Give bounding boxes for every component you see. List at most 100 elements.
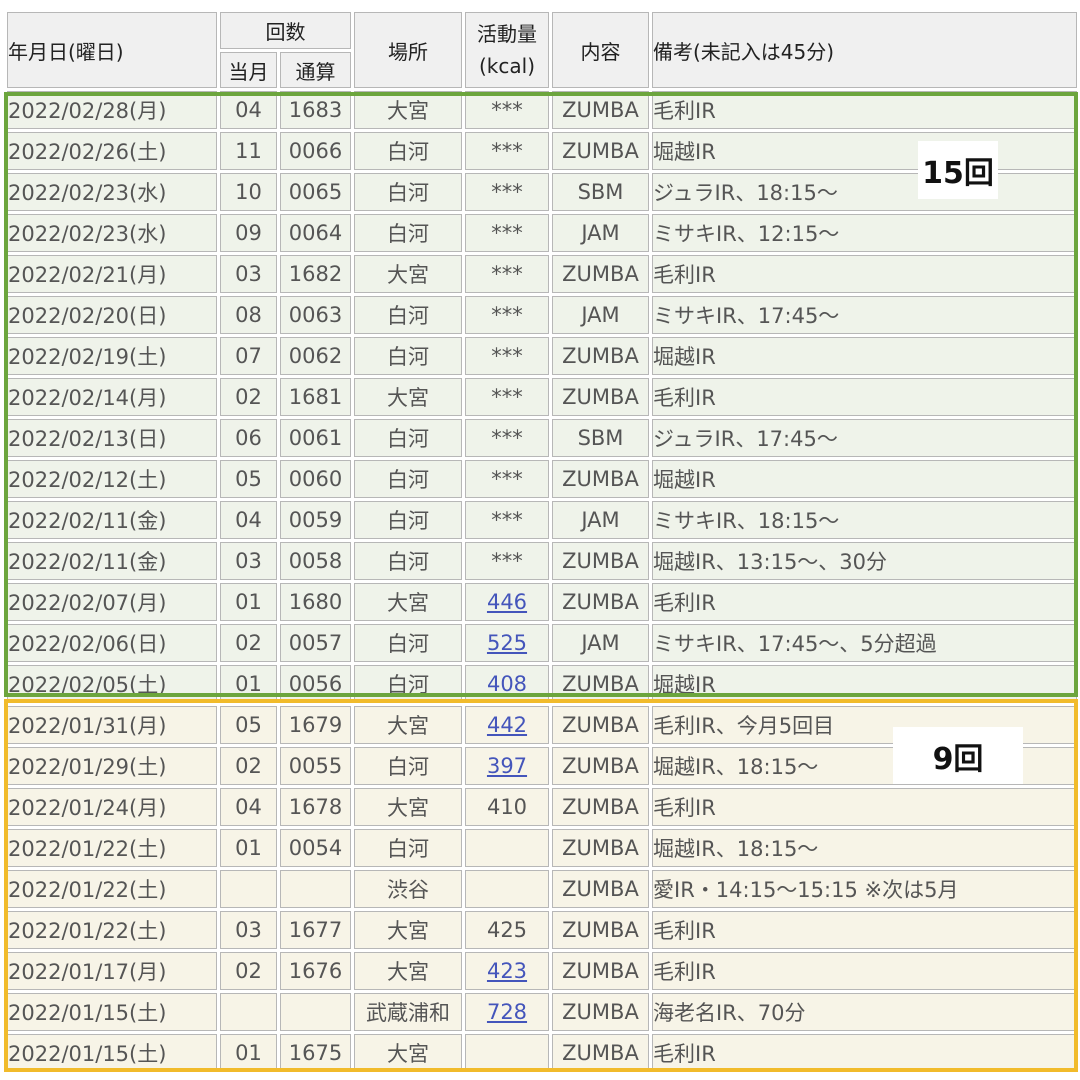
total-count-cell: 1678 [280, 788, 351, 826]
month-count-cell [220, 870, 277, 908]
kcal-cell: *** [465, 91, 549, 129]
kcal-cell: *** [465, 173, 549, 211]
total-count-cell: 1675 [280, 1034, 351, 1072]
note-cell: 堀越IR [652, 665, 1077, 703]
table-row: 2022/02/23(水) 09 0064 白河 *** JAM ミサキIR、12:15～ [7, 214, 1077, 252]
kcal-link[interactable]: 525 [487, 631, 527, 655]
header-note: 備考(未記入は45分) [652, 12, 1077, 88]
log-body: 2022/02/28(月) 04 1683 大宮 *** ZUMBA 毛利IR 2022/02… [7, 91, 1077, 1072]
date-cell: 2022/01/15(土) [7, 1034, 217, 1072]
month-count-cell: 07 [220, 337, 277, 375]
total-count-cell: 0065 [280, 173, 351, 211]
place-cell: 白河 [354, 132, 462, 170]
content-cell: JAM [552, 624, 649, 662]
month-count-cell: 01 [220, 1034, 277, 1072]
table-row: 2022/01/15(土) 武蔵浦和 728 ZUMBA 海老名IR、70分 [7, 993, 1077, 1031]
month-count-cell: 11 [220, 132, 277, 170]
table-row: 2022/02/07(月) 01 1680 大宮 446 ZUMBA 毛利IR [7, 583, 1077, 621]
date-cell: 2022/02/23(水) [7, 173, 217, 211]
kcal-cell [465, 829, 549, 867]
content-cell: ZUMBA [552, 378, 649, 416]
place-cell: 白河 [354, 829, 462, 867]
content-cell: SBM [552, 173, 649, 211]
kcal-cell: *** [465, 419, 549, 457]
kcal-cell: 446 [465, 583, 549, 621]
place-cell: 大宮 [354, 255, 462, 293]
table-row: 2022/01/22(土) 01 0054 白河 ZUMBA 堀越IR、18:15～ [7, 829, 1077, 867]
total-count-cell: 0060 [280, 460, 351, 498]
content-cell: ZUMBA [552, 337, 649, 375]
table-row: 2022/02/14(月) 02 1681 大宮 *** ZUMBA 毛利IR [7, 378, 1077, 416]
table-row: 2022/01/15(土) 01 1675 大宮 ZUMBA 毛利IR [7, 1034, 1077, 1072]
total-count-cell: 0066 [280, 132, 351, 170]
kcal-cell: *** [465, 542, 549, 580]
kcal-cell: 425 [465, 911, 549, 949]
total-count-cell: 0061 [280, 419, 351, 457]
place-cell: 大宮 [354, 583, 462, 621]
kcal-link[interactable]: 446 [487, 590, 527, 614]
place-cell: 白河 [354, 501, 462, 539]
kcal-link[interactable]: 442 [487, 713, 527, 737]
kcal-link[interactable]: 408 [487, 672, 527, 696]
place-cell: 白河 [354, 747, 462, 785]
total-count-cell: 0063 [280, 296, 351, 334]
place-cell: 渋谷 [354, 870, 462, 908]
month-count-cell: 04 [220, 788, 277, 826]
kcal-cell: *** [465, 337, 549, 375]
content-cell: ZUMBA [552, 829, 649, 867]
place-cell: 白河 [354, 337, 462, 375]
month-count-cell: 08 [220, 296, 277, 334]
date-cell: 2022/02/19(土) [7, 337, 217, 375]
date-cell: 2022/02/26(土) [7, 132, 217, 170]
note-cell: 毛利IR [652, 91, 1077, 129]
content-cell: ZUMBA [552, 460, 649, 498]
total-count-cell: 0064 [280, 214, 351, 252]
header-content: 内容 [552, 12, 649, 88]
note-cell: 毛利IR [652, 788, 1077, 826]
kcal-cell: 397 [465, 747, 549, 785]
date-cell: 2022/02/11(金) [7, 542, 217, 580]
header-month: 当月 [220, 52, 277, 88]
kcal-link[interactable]: 728 [487, 1000, 527, 1024]
month-count-cell: 02 [220, 378, 277, 416]
place-cell: 大宮 [354, 91, 462, 129]
kcal-cell: 408 [465, 665, 549, 703]
date-cell: 2022/02/21(月) [7, 255, 217, 293]
kcal-link[interactable]: 423 [487, 959, 527, 983]
table-row: 2022/02/19(土) 07 0062 白河 *** ZUMBA 堀越IR [7, 337, 1077, 375]
total-count-cell: 0056 [280, 665, 351, 703]
date-cell: 2022/01/22(土) [7, 911, 217, 949]
kcal-cell: *** [465, 501, 549, 539]
content-cell: JAM [552, 214, 649, 252]
content-cell: ZUMBA [552, 870, 649, 908]
note-cell: 毛利IR [652, 911, 1077, 949]
kcal-link[interactable]: 397 [487, 754, 527, 778]
place-cell: 白河 [354, 419, 462, 457]
month-count-cell: 03 [220, 911, 277, 949]
place-cell: 大宮 [354, 911, 462, 949]
note-cell: 毛利IR [652, 1034, 1077, 1072]
table-row: 2022/01/22(土) 03 1677 大宮 425 ZUMBA 毛利IR [7, 911, 1077, 949]
date-cell: 2022/02/11(金) [7, 501, 217, 539]
table-row: 2022/02/20(日) 08 0063 白河 *** JAM ミサキIR、17:45～ [7, 296, 1077, 334]
content-cell: ZUMBA [552, 91, 649, 129]
table-row: 2022/02/23(水) 10 0065 白河 *** SBM ジュラIR、18:15～ [7, 173, 1077, 211]
note-cell: ジュラIR、18:15～ [652, 173, 1077, 211]
kcal-cell: *** [465, 460, 549, 498]
kcal-cell: *** [465, 132, 549, 170]
total-count-cell: 0055 [280, 747, 351, 785]
note-cell: 海老名IR、70分 [652, 993, 1077, 1031]
place-cell: 白河 [354, 214, 462, 252]
date-cell: 2022/02/06(日) [7, 624, 217, 662]
content-cell: ZUMBA [552, 542, 649, 580]
month-count-cell: 10 [220, 173, 277, 211]
place-cell: 白河 [354, 460, 462, 498]
month-count-cell: 02 [220, 747, 277, 785]
month-count-cell [220, 993, 277, 1031]
total-count-cell: 1683 [280, 91, 351, 129]
content-cell: ZUMBA [552, 132, 649, 170]
place-cell: 白河 [354, 665, 462, 703]
content-cell: JAM [552, 501, 649, 539]
table-row: 2022/02/12(土) 05 0060 白河 *** ZUMBA 堀越IR [7, 460, 1077, 498]
note-cell: 堀越IR [652, 460, 1077, 498]
